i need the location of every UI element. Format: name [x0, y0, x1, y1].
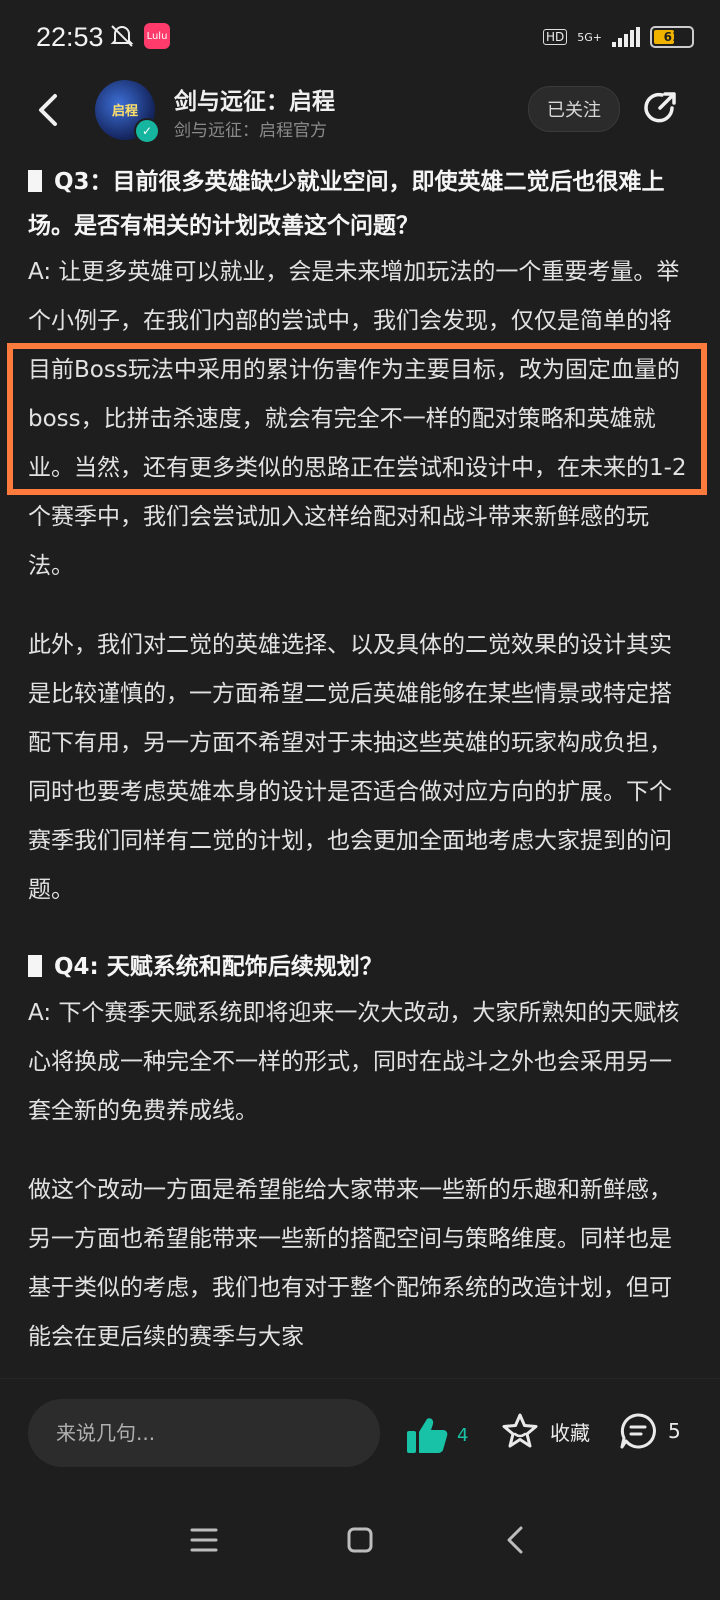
article-body: Q3：目前很多英雄缺少就业空间，即使英雄二觉后也很难上场。是否有相关的计划改善这… — [28, 160, 692, 1362]
clock: 22:53 — [36, 22, 104, 52]
header: 启程 ✓ 剑与远征：启程 剑与远征：启程官方 已关注 — [0, 80, 720, 152]
account-title[interactable]: 剑与远征：启程 — [174, 82, 335, 116]
battery-icon: 61 — [650, 26, 694, 48]
hd-voice-icon: HD — [542, 29, 568, 45]
comment-bubble-icon — [620, 1413, 656, 1449]
back-nav-icon[interactable] — [496, 1520, 536, 1560]
menu-icon[interactable] — [184, 1520, 224, 1560]
answer-paragraph: 此外，我们对二觉的英雄选择、以及具体的二觉效果的设计其实是比较谨慎的，一方面希望… — [28, 632, 672, 903]
thumbs-up-icon — [407, 1418, 448, 1453]
answer-paragraph: A: 下个赛季天赋系统即将迎来一次大改动，大家所熟知的天赋核心将换成一种完全不一… — [28, 1000, 680, 1124]
star-icon — [502, 1413, 538, 1448]
q3-title: Q3：目前很多英雄缺少就业空间，即使英雄二觉后也很难上场。是否有相关的计划改善这… — [28, 169, 665, 239]
avatar-logo-text: 启程 — [111, 104, 138, 119]
network-type: 5G+ — [577, 30, 602, 44]
signal-strength-icon — [612, 27, 640, 47]
comment-count: 5 — [668, 1419, 681, 1443]
system-navigation-bar — [0, 1488, 720, 1600]
answer-paragraph: A: 让更多英雄可以就业，会是未来增加玩法的一个重要考量。举个小例子，在我们内部… — [28, 259, 687, 579]
battery-level: 61 — [663, 30, 681, 44]
like-button[interactable]: 4 — [405, 1415, 468, 1455]
home-icon[interactable] — [340, 1520, 380, 1560]
ring-muted-icon — [110, 25, 134, 47]
app-notification-icon: Lulu — [144, 23, 170, 49]
account-subtitle: 剑与远征：启程官方 — [174, 121, 327, 141]
verified-icon: ✓ — [134, 118, 160, 144]
app-badge-label: Lulu — [146, 30, 168, 42]
follow-button[interactable]: 已关注 — [528, 86, 620, 132]
back-button[interactable] — [30, 90, 70, 130]
answer-paragraph: 做这个改动一方面是希望能给大家带来一些新的乐趣和新鲜感，另一方面也希望能带来一些… — [28, 1177, 672, 1350]
q4-title: Q4: 天赋系统和配饰后续规划？ — [54, 954, 383, 980]
heading-marker-icon — [28, 955, 42, 977]
heading-marker-icon — [28, 170, 42, 192]
status-bar: 22:53 Lulu HD 5G+ 61 — [0, 0, 720, 80]
question-heading: Q4: 天赋系统和配饰后续规划？ — [28, 945, 692, 989]
comments-button[interactable]: 5 — [618, 1411, 681, 1451]
like-count: 4 — [457, 1424, 469, 1446]
favorite-label: 收藏 — [550, 1420, 590, 1445]
favorite-button[interactable]: 收藏 — [500, 1411, 590, 1451]
comment-input[interactable] — [28, 1399, 380, 1467]
share-icon[interactable] — [640, 88, 680, 128]
question-heading: Q3：目前很多英雄缺少就业空间，即使英雄二觉后也很难上场。是否有相关的计划改善这… — [28, 160, 692, 248]
bottom-action-bar: 4 收藏 5 — [0, 1378, 720, 1489]
